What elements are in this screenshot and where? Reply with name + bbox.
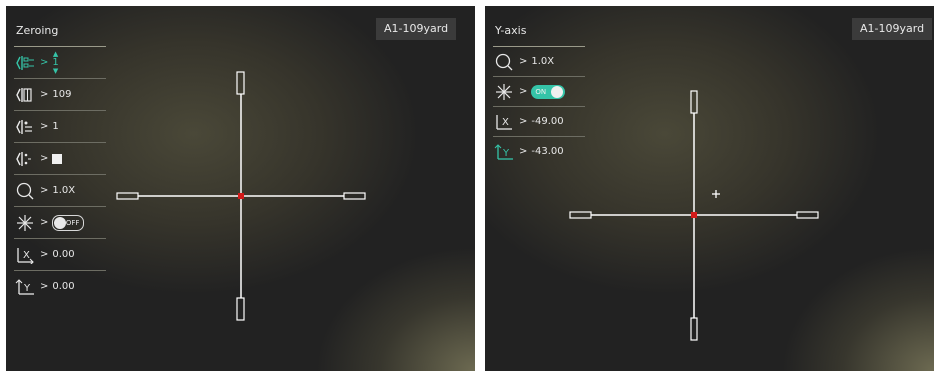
freeze-toggle[interactable]: OFF xyxy=(52,214,85,231)
toggle-knob xyxy=(551,85,564,98)
zeroing-profile-icon xyxy=(14,53,36,73)
svg-text:Y: Y xyxy=(502,148,510,159)
reticle-style-value: 1 xyxy=(52,121,59,132)
arrow-indicator: > xyxy=(40,57,49,68)
reticle-color-icon xyxy=(14,149,36,169)
x-axis-value: -49.00 xyxy=(531,116,564,127)
offset-marker xyxy=(712,190,720,198)
arrow-indicator: > xyxy=(40,121,49,132)
arrow-indicator: > xyxy=(40,89,49,100)
menu-item-zeroing-profile[interactable]: > ▲ 1 ▼ xyxy=(14,47,106,79)
menu-item-y-axis[interactable]: Y > 0.00 xyxy=(14,271,106,302)
arrow-indicator: > xyxy=(519,56,528,67)
zoom-icon xyxy=(493,52,515,72)
y-axis-icon: Y xyxy=(14,277,36,297)
profile-stepper[interactable]: ▲ 1 ▼ xyxy=(52,51,58,75)
svg-text:Y: Y xyxy=(23,283,31,294)
arrow-indicator: > xyxy=(519,146,528,157)
freeze-icon xyxy=(493,82,515,102)
profile-badge: A1-109yard xyxy=(852,18,933,40)
menu-item-freeze[interactable]: > OFF xyxy=(14,207,106,239)
menu-item-distance[interactable]: > 109 xyxy=(14,79,106,111)
y-axis-value: 0.00 xyxy=(52,281,75,292)
reticle-color-swatch xyxy=(52,153,63,164)
menu-item-zoom[interactable]: > 1.0X xyxy=(493,47,585,77)
y-axis-menu: > 1.0X > ON X > -49.00 Y > -43.00 xyxy=(493,47,585,166)
zoom-value: 1.0X xyxy=(531,56,555,67)
zoom-icon xyxy=(14,181,36,201)
y-axis-icon: Y xyxy=(493,142,515,162)
distance-value: 109 xyxy=(52,89,72,100)
arrow-indicator: > xyxy=(519,116,528,127)
menu-item-y-axis[interactable]: Y > -43.00 xyxy=(493,137,585,166)
toggle-label: OFF xyxy=(65,218,80,227)
y-axis-value: -43.00 xyxy=(531,146,564,157)
reticle-style-icon xyxy=(14,117,36,137)
screen-title: Y-axis xyxy=(495,24,527,37)
stepper-down-icon[interactable]: ▼ xyxy=(53,68,58,75)
arrow-indicator: > xyxy=(40,281,49,292)
arrow-indicator: > xyxy=(40,185,49,196)
x-axis-icon: X xyxy=(493,112,515,132)
toggle-label: ON xyxy=(535,87,547,96)
arrow-indicator: > xyxy=(519,86,528,97)
arrow-indicator: > xyxy=(40,217,49,228)
toggle-knob xyxy=(54,216,67,229)
profile-badge: A1-109yard xyxy=(376,18,457,40)
screen-title: Zeroing xyxy=(16,24,59,37)
zeroing-screen: Zeroing A1-109yard > ▲ 1 ▼ > 109 > 1 > >… xyxy=(6,6,475,371)
zoom-value: 1.0X xyxy=(52,185,76,196)
menu-item-zoom[interactable]: > 1.0X xyxy=(14,175,106,207)
svg-text:X: X xyxy=(502,117,509,128)
arrow-indicator: > xyxy=(40,249,49,260)
distance-icon xyxy=(14,85,36,105)
x-axis-value: 0.00 xyxy=(52,249,75,260)
menu-item-freeze[interactable]: > ON xyxy=(493,77,585,107)
x-axis-icon: X xyxy=(14,245,36,265)
menu-item-x-axis[interactable]: X > 0.00 xyxy=(14,239,106,271)
freeze-toggle[interactable]: ON xyxy=(531,84,566,99)
menu-item-x-axis[interactable]: X > -49.00 xyxy=(493,107,585,137)
arrow-indicator: > xyxy=(40,153,49,164)
freeze-icon xyxy=(14,213,36,233)
svg-text:X: X xyxy=(23,250,30,261)
center-dot xyxy=(691,212,697,218)
menu-item-reticle-color[interactable]: > xyxy=(14,143,106,175)
menu-item-reticle-style[interactable]: > 1 xyxy=(14,111,106,143)
zeroing-menu: > ▲ 1 ▼ > 109 > 1 > > 1.0X > OFF X > 0.0… xyxy=(14,47,106,302)
y-axis-screen: Y-axis A1-109yard > 1.0X > ON X > -49.00… xyxy=(485,6,934,371)
center-dot xyxy=(238,193,244,199)
